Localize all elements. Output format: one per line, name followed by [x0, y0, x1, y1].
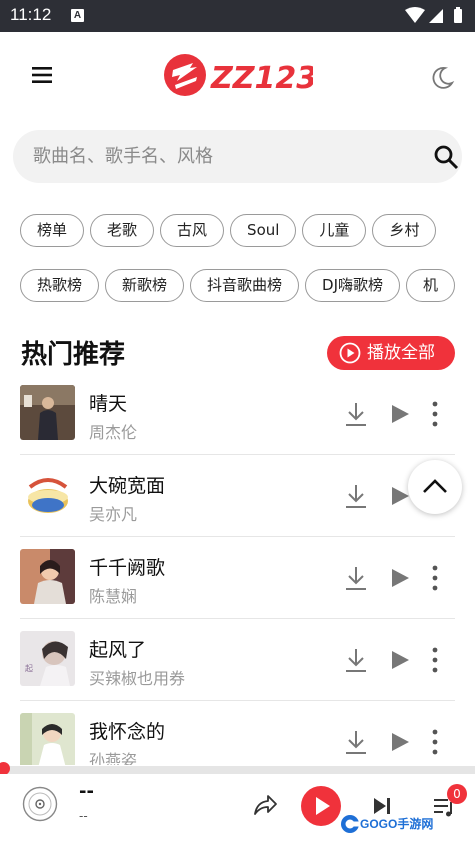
chart-tags: 热歌榜 新歌榜 抖音歌曲榜 DJ嗨歌榜机 [20, 269, 461, 302]
more-options-icon[interactable] [431, 401, 439, 427]
song-title: 千千阙歌 [89, 557, 166, 579]
play-icon[interactable] [390, 486, 410, 506]
play-all-button[interactable]: 播放全部 [327, 336, 455, 370]
search-icon[interactable] [433, 144, 459, 170]
album-cover [20, 713, 75, 765]
tag-chip[interactable]: 乡村 [372, 214, 437, 247]
song-title: 我怀念的 [89, 721, 166, 743]
section-title: 热门推荐 [21, 340, 126, 370]
song-row[interactable]: 晴天 周杰伦 [0, 373, 475, 455]
watermark-text: GOGO手游网 [360, 817, 434, 831]
queue-count-badge: 0 [447, 784, 467, 804]
top-bar: ZZ123 [0, 32, 475, 118]
song-artist: 孙燕姿 [89, 751, 138, 765]
play-icon[interactable] [390, 732, 410, 752]
tag-chip[interactable]: DJ嗨歌榜 [305, 269, 401, 302]
tag-chip[interactable]: 热歌榜 [20, 269, 100, 302]
status-bar: 11:12 A [0, 0, 475, 32]
dark-mode-moon-icon[interactable] [428, 64, 456, 92]
more-options-icon[interactable] [431, 729, 439, 755]
album-cover: 起 [20, 631, 75, 686]
song-title: 晴天 [89, 393, 128, 415]
song-list: 晴天 周杰伦 大碗宽面 吴亦凡 千千阙歌 陈慧娴 起 起风了 买辣椒也用券 我怀… [0, 373, 475, 765]
wifi-icon [405, 7, 425, 23]
download-icon[interactable] [344, 565, 368, 591]
song-title: 起风了 [89, 639, 147, 661]
app-notification-icon: A [71, 9, 84, 22]
tag-chip[interactable]: 机 [406, 269, 456, 302]
download-icon[interactable] [344, 483, 368, 509]
now-playing-title: -- [79, 781, 94, 802]
more-options-icon[interactable] [431, 565, 439, 591]
download-icon[interactable] [344, 401, 368, 427]
app-logo: ZZ123 [164, 54, 313, 96]
play-circle-icon [339, 342, 361, 364]
song-artist: 周杰伦 [89, 423, 138, 442]
vinyl-disc-icon[interactable] [22, 786, 58, 822]
tag-chip[interactable]: Soul [230, 214, 297, 247]
genre-tags: 榜单 老歌 古风 Soul 儿童 乡村 [20, 214, 442, 247]
download-icon[interactable] [344, 647, 368, 673]
song-row[interactable]: 大碗宽面 吴亦凡 [0, 455, 475, 537]
now-playing-artist: -- [79, 809, 88, 823]
search-input[interactable] [33, 130, 413, 183]
play-icon[interactable] [390, 568, 410, 588]
song-artist: 吴亦凡 [89, 505, 138, 524]
song-title: 大碗宽面 [89, 475, 166, 497]
song-row[interactable]: 我怀念的 孙燕姿 [0, 701, 475, 765]
chevron-up-icon [423, 479, 447, 493]
tag-chip[interactable]: 抖音歌曲榜 [190, 269, 300, 302]
song-row[interactable]: 起 起风了 买辣椒也用券 [0, 619, 475, 701]
song-row[interactable]: 千千阙歌 陈慧娴 [0, 537, 475, 619]
signal-icon [429, 9, 443, 23]
play-all-label: 播放全部 [367, 343, 435, 363]
song-artist: 买辣椒也用券 [89, 669, 186, 688]
tag-chip[interactable]: 榜单 [20, 214, 85, 247]
system-status-icons [405, 7, 462, 23]
album-cover [20, 467, 75, 522]
tag-chip[interactable]: 儿童 [302, 214, 367, 247]
battery-icon [454, 9, 462, 23]
svg-text:起: 起 [25, 664, 33, 673]
play-icon[interactable] [390, 404, 410, 424]
play-icon [316, 797, 330, 815]
play-icon[interactable] [390, 650, 410, 670]
playback-progress-bar[interactable] [0, 766, 475, 774]
album-cover [20, 549, 75, 604]
status-time: 11:12 [10, 5, 52, 24]
song-artist: 陈慧娴 [89, 587, 138, 606]
tag-chip[interactable]: 老歌 [90, 214, 155, 247]
logo-text: ZZ123 [210, 61, 313, 96]
tag-chip[interactable]: 古风 [160, 214, 225, 247]
search-bar[interactable] [13, 130, 462, 183]
download-icon[interactable] [344, 729, 368, 755]
more-options-icon[interactable] [431, 647, 439, 673]
hamburger-menu-icon[interactable] [30, 65, 54, 85]
play-pause-button[interactable] [301, 786, 341, 826]
scroll-to-top-button[interactable] [408, 460, 462, 514]
share-icon[interactable] [252, 792, 278, 818]
tag-chip[interactable]: 新歌榜 [105, 269, 185, 302]
album-cover [20, 385, 75, 440]
